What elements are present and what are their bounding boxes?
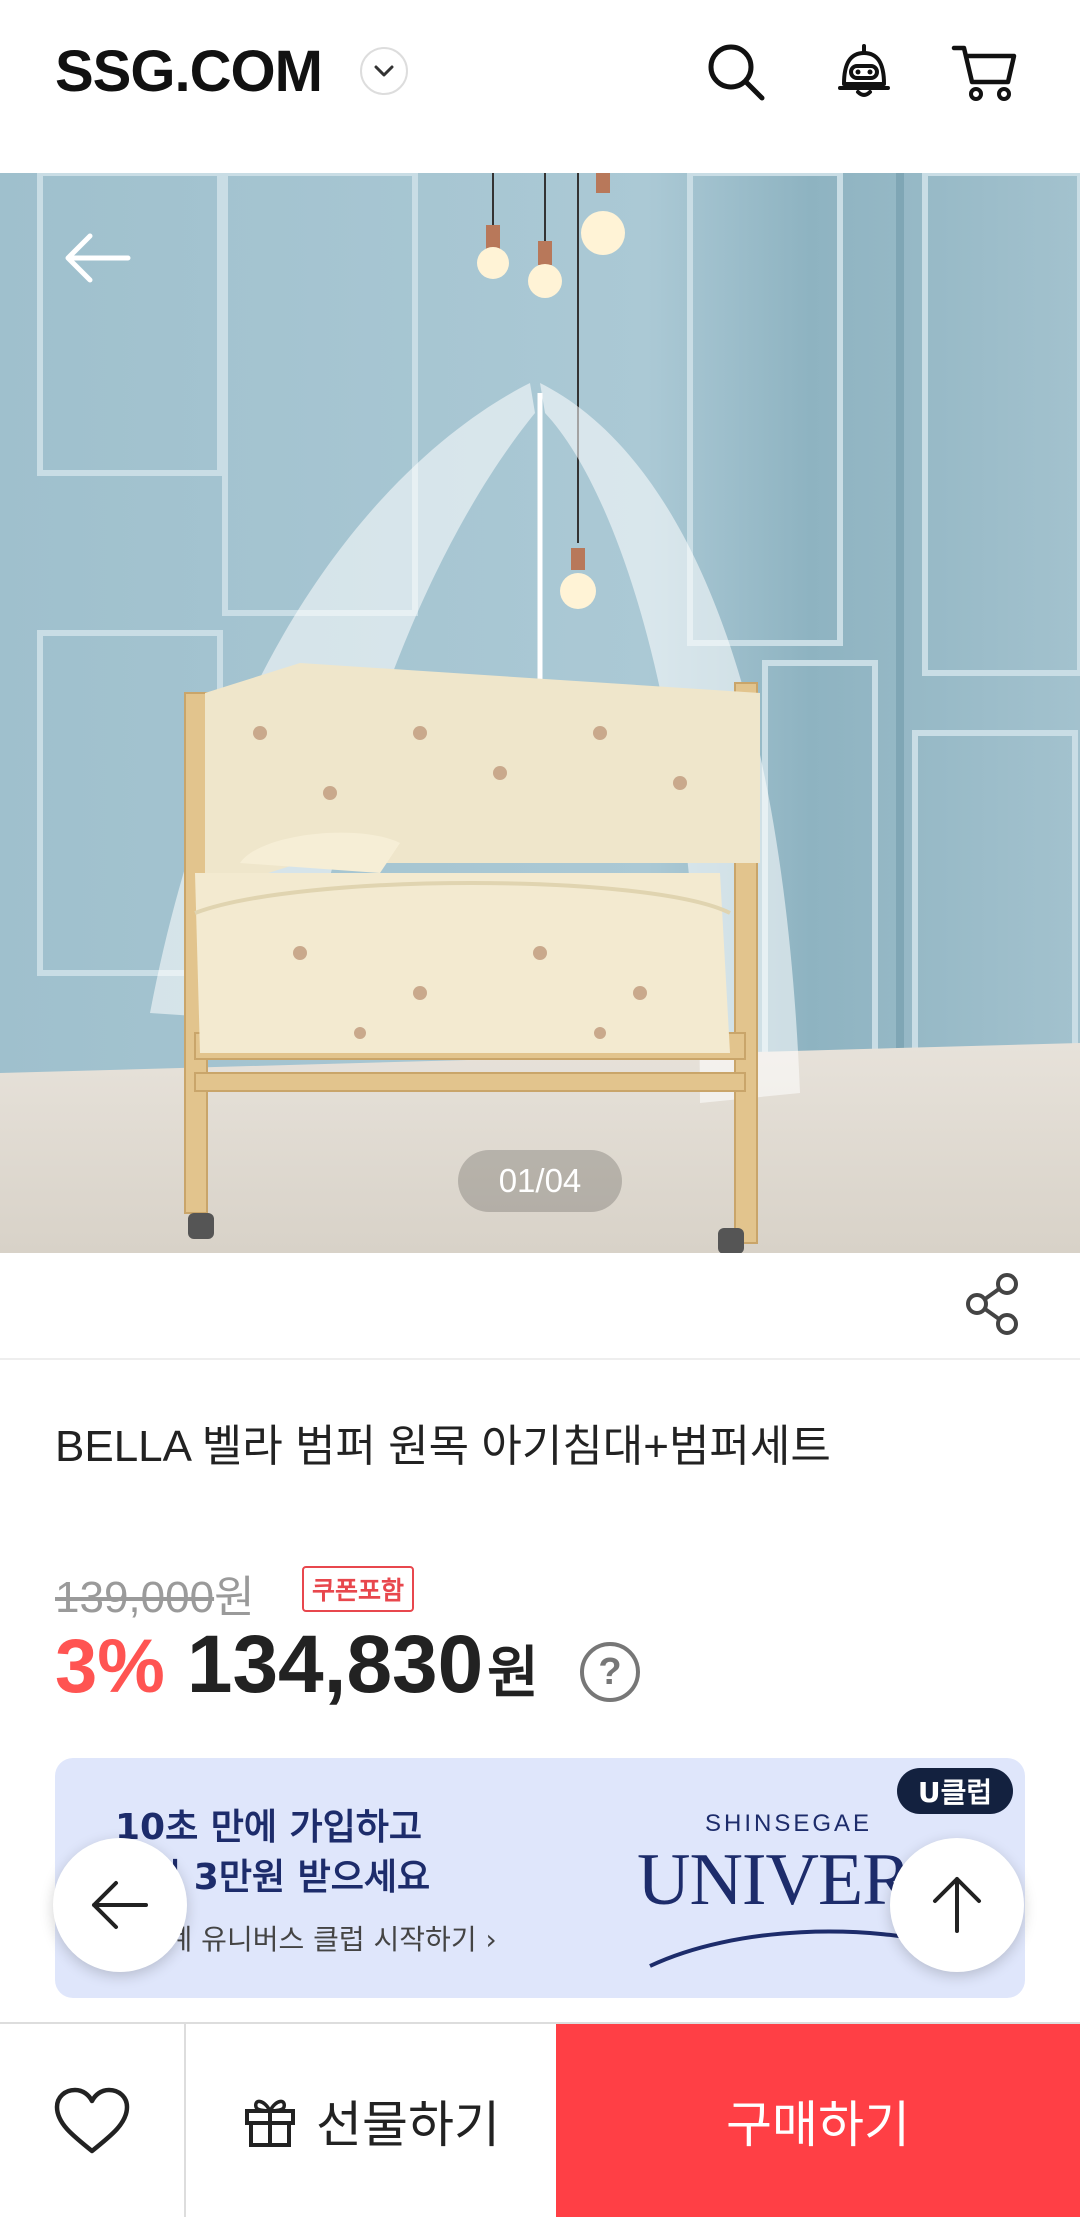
uclub-badge: U클럽 (897, 1768, 1013, 1814)
product-image[interactable] (0, 173, 1080, 1253)
ssg-logo[interactable]: SSG.COM (55, 38, 323, 105)
image-counter: 01/04 (458, 1150, 622, 1212)
share-icon[interactable] (958, 1269, 1028, 1339)
search-icon[interactable] (700, 36, 772, 108)
left-arrow-icon (92, 1881, 148, 1929)
up-arrow-icon (933, 1877, 981, 1933)
heart-icon (54, 2087, 130, 2153)
sale-price-unit: 원 (487, 1641, 539, 1704)
universe-club-banner[interactable]: 10초 만에 가입하고 즉시 3만원 받으세요 신세계 유니버스 클럽 시작하기… (55, 1758, 1025, 1998)
chevron-down-icon[interactable] (360, 47, 408, 95)
chatbot-icon[interactable] (828, 36, 900, 108)
wishlist-button[interactable] (0, 2024, 186, 2217)
gift-button[interactable]: 선물하기 (186, 2024, 558, 2217)
discount-rate: 3% (55, 1624, 165, 1709)
prev-button[interactable] (53, 1838, 187, 1972)
original-price-value: 139,000 (55, 1573, 215, 1622)
gift-icon (245, 2099, 295, 2147)
share-row (0, 1253, 1080, 1360)
gift-label: 선물하기 (316, 2095, 500, 2154)
sale-price-row: 3% 134,830 원 (55, 1618, 539, 1712)
bottom-action-bar: 선물하기 구매하기 (0, 2022, 1080, 2217)
crib-photo (0, 173, 1080, 1253)
cart-icon[interactable] (948, 36, 1020, 108)
coupon-badge: 쿠폰포함 (302, 1566, 415, 1612)
buy-label: 구매하기 (726, 2095, 910, 2154)
price-help-icon[interactable]: ? (580, 1642, 640, 1702)
buy-button[interactable]: 구매하기 (556, 2024, 1080, 2217)
top-header: SSG.COM (0, 0, 1080, 173)
brand-shinsegae: SHINSEGAE (705, 1810, 873, 1837)
original-price-unit: 원 (214, 1573, 255, 1622)
original-price: 139,000원 (55, 1561, 255, 1625)
product-title: BELLA 벨라 범퍼 원목 아기침대+범퍼세트 (55, 1422, 831, 1471)
back-arrow-icon[interactable] (58, 228, 134, 288)
sale-price: 134,830 (186, 1619, 484, 1710)
banner-headline-1: 10초 만에 가입하고 (115, 1807, 423, 1848)
scroll-top-button[interactable] (890, 1838, 1024, 1972)
